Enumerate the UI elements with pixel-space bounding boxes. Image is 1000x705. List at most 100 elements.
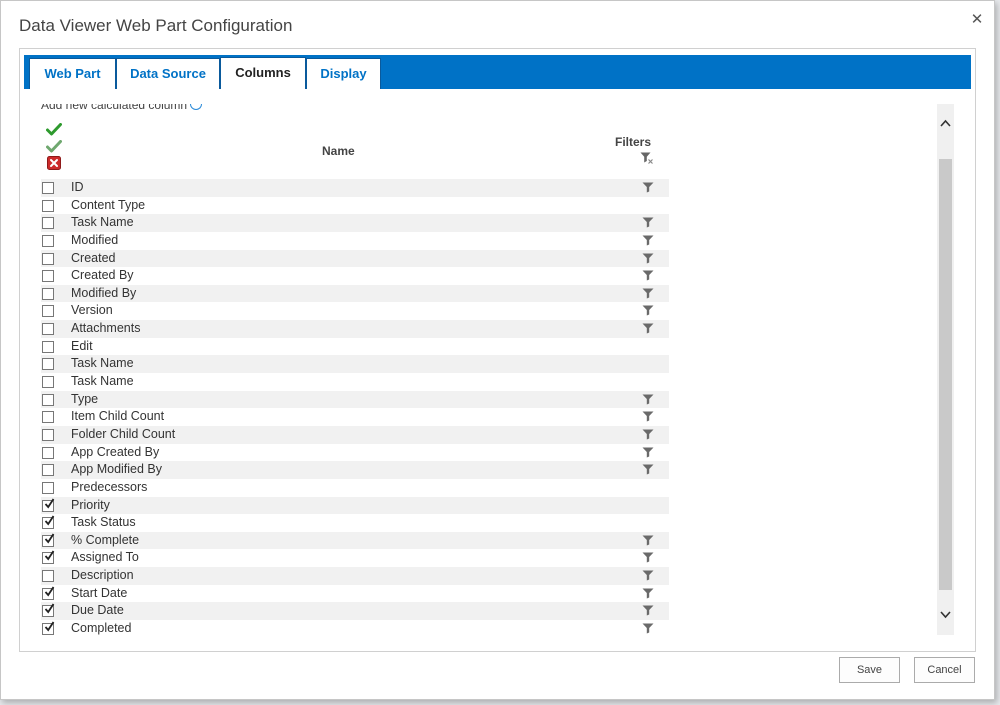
column-checkbox[interactable] <box>42 182 54 194</box>
column-checkbox[interactable] <box>42 621 55 635</box>
column-checkbox[interactable] <box>42 287 54 300</box>
column-name: Priority <box>71 497 110 512</box>
column-checkbox[interactable] <box>42 428 54 441</box>
filter-icon[interactable] <box>642 305 654 316</box>
filter-icon[interactable] <box>642 447 654 458</box>
dialog-content: Web Part Data Source Columns Display Add… <box>19 48 976 652</box>
filter-icon[interactable] <box>642 235 654 246</box>
column-checkbox[interactable] <box>42 533 55 547</box>
column-checkbox[interactable] <box>42 358 54 371</box>
filter-icon[interactable] <box>642 253 654 264</box>
column-name: Task Name <box>71 215 134 230</box>
column-name: Version <box>71 303 113 318</box>
tab-display[interactable]: Display <box>306 58 381 89</box>
filter-icon[interactable] <box>642 394 654 405</box>
close-button[interactable]: ✕ <box>967 10 987 30</box>
column-name: Content Type <box>71 197 146 212</box>
column-name: Task Name <box>71 374 134 389</box>
column-row: Folder Child Count <box>41 425 669 444</box>
column-row: Priority <box>41 496 669 515</box>
checkmark-icon <box>44 621 55 632</box>
vertical-scrollbar[interactable] <box>937 104 954 635</box>
column-row: Content Type <box>41 197 669 215</box>
column-checkbox[interactable] <box>42 270 54 283</box>
add-circle-icon <box>190 104 203 110</box>
tab-bar: Web Part Data Source Columns Display <box>24 55 971 89</box>
checkmark-icon <box>44 603 55 614</box>
checkmark-icon <box>44 533 55 544</box>
column-row: Type <box>41 390 669 409</box>
checkmark-icon <box>44 586 55 597</box>
column-checkbox[interactable] <box>42 464 54 477</box>
save-button[interactable]: Save <box>839 657 900 683</box>
filter-icon[interactable] <box>642 623 654 634</box>
filter-icon[interactable] <box>642 288 654 299</box>
checkmark-icon <box>44 498 55 508</box>
filter-icon[interactable] <box>642 182 654 193</box>
columns-list: ID Content Type Task Name Modified Created Cr… <box>41 179 669 635</box>
column-name: Start Date <box>71 585 128 600</box>
column-name: Modified By <box>71 285 137 300</box>
column-checkbox[interactable] <box>42 570 54 583</box>
filter-icon[interactable] <box>642 605 654 616</box>
column-checkbox[interactable] <box>42 498 55 512</box>
tab-web-part[interactable]: Web Part <box>29 58 116 89</box>
column-checkbox[interactable] <box>42 515 55 530</box>
column-checkbox[interactable] <box>42 234 54 247</box>
column-checkbox[interactable] <box>42 603 55 618</box>
filter-icon[interactable] <box>642 570 654 581</box>
column-checkbox[interactable] <box>42 411 54 424</box>
column-name: Task Status <box>71 515 136 530</box>
column-checkbox[interactable] <box>42 217 54 230</box>
column-checkbox[interactable] <box>42 305 54 318</box>
column-checkbox[interactable] <box>42 252 54 265</box>
column-row: Task Name <box>41 373 669 391</box>
filter-icon[interactable] <box>642 411 654 422</box>
filter-icon[interactable] <box>642 535 654 546</box>
column-row: Created <box>41 249 669 268</box>
column-row: Start Date <box>41 585 669 603</box>
column-checkbox[interactable] <box>42 199 54 212</box>
filter-icon[interactable] <box>642 270 654 281</box>
column-name: Task Name <box>71 356 134 371</box>
column-row: App Created By <box>41 444 669 462</box>
column-header-filters: Filters <box>615 135 652 149</box>
column-row: Predecessors <box>41 479 669 497</box>
add-calculated-column-label: Add new calculated column <box>41 104 188 112</box>
filter-icon[interactable] <box>642 323 654 334</box>
check-default-icon[interactable] <box>46 140 62 153</box>
clear-filters-icon[interactable] <box>640 152 654 165</box>
scroll-thumb[interactable] <box>939 159 952 590</box>
filter-icon[interactable] <box>642 429 654 440</box>
scroll-down-arrow[interactable] <box>937 606 954 623</box>
column-checkbox[interactable] <box>42 340 54 353</box>
cancel-button[interactable]: Cancel <box>914 657 975 683</box>
tab-data-source[interactable]: Data Source <box>116 58 220 89</box>
scroll-up-arrow[interactable] <box>937 114 954 131</box>
filter-icon[interactable] <box>642 217 654 228</box>
column-row: % Complete <box>41 531 669 550</box>
column-checkbox[interactable] <box>42 586 55 600</box>
filter-icon[interactable] <box>642 552 654 563</box>
column-checkbox[interactable] <box>42 481 54 494</box>
filter-icon[interactable] <box>642 588 654 599</box>
column-name: App Created By <box>71 444 160 459</box>
column-row: Modified By <box>41 284 669 303</box>
column-checkbox[interactable] <box>42 376 54 389</box>
filter-icon[interactable] <box>642 464 654 475</box>
column-row: ID <box>41 179 669 197</box>
add-calculated-column-link[interactable]: Add new calculated column <box>41 104 203 112</box>
uncheck-all-icon[interactable] <box>47 156 61 170</box>
tab-columns[interactable]: Columns <box>220 57 306 89</box>
columns-scroll-area[interactable]: Add new calculated column Name Filters I… <box>24 104 950 635</box>
check-all-icon[interactable] <box>46 123 62 136</box>
column-row: Task Name <box>41 214 669 232</box>
column-checkbox[interactable] <box>42 550 55 565</box>
column-name: ID <box>71 180 84 194</box>
column-row: Task Status <box>41 514 669 532</box>
column-checkbox[interactable] <box>42 446 54 459</box>
configuration-dialog: Data Viewer Web Part Configuration ✕ Web… <box>0 0 995 700</box>
column-checkbox[interactable] <box>42 323 54 336</box>
column-checkbox[interactable] <box>42 393 54 406</box>
column-name: Created By <box>71 268 134 283</box>
